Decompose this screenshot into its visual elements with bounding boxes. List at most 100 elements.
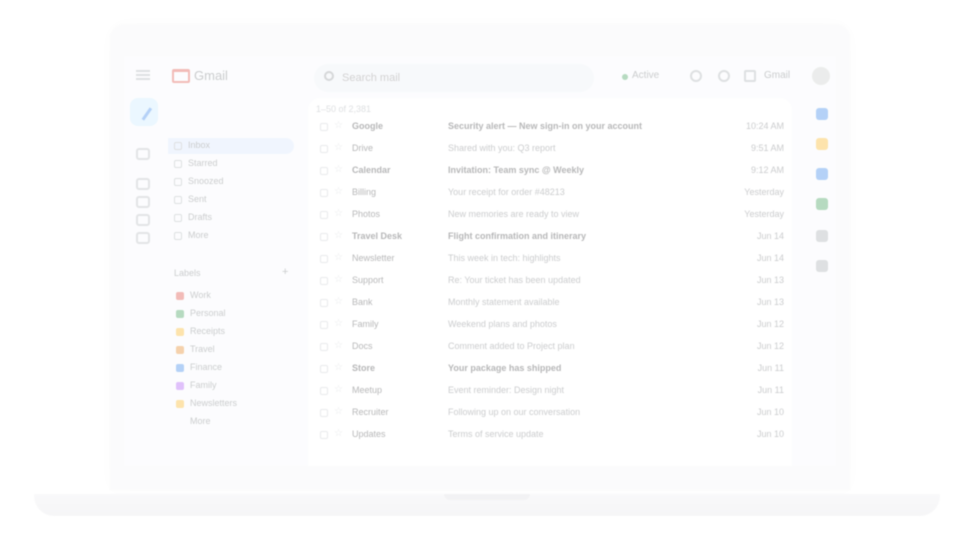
star-icon[interactable]: ☆ <box>334 340 343 351</box>
help-icon[interactable] <box>690 70 702 82</box>
row-subject: Invitation: Team sync @ Weekly <box>448 165 584 175</box>
row-sender: Travel Desk <box>352 231 403 241</box>
row-checkbox[interactable] <box>320 431 328 439</box>
row-date: 10:24 AM <box>745 121 784 131</box>
search-icon[interactable] <box>324 71 334 81</box>
add-addon-icon[interactable] <box>816 260 828 272</box>
avatar[interactable] <box>812 67 830 85</box>
spaces-rail-icon[interactable] <box>136 214 150 226</box>
draft-icon <box>174 214 182 222</box>
sidebar-item-starred[interactable]: Starred <box>168 156 294 172</box>
row-checkbox[interactable] <box>320 233 328 241</box>
row-checkbox[interactable] <box>320 211 328 219</box>
row-sender: Recruiter <box>352 407 389 417</box>
table-row[interactable]: ☆ Recruiter Following up on our conversati… <box>308 402 792 424</box>
table-row[interactable]: ☆ Travel Desk Flight confirmation and itin… <box>308 226 792 248</box>
table-row[interactable]: ☆ Updates Terms of service update Jun 10 <box>308 424 792 446</box>
star-icon[interactable]: ☆ <box>334 406 343 417</box>
row-subject: Comment added to Project plan <box>448 341 575 351</box>
table-row[interactable]: ☆ Docs Comment added to Project plan Jun 12 <box>308 336 792 358</box>
label-item-receipts[interactable]: Receipts <box>168 324 294 340</box>
contacts-panel-icon[interactable] <box>816 198 828 210</box>
table-row[interactable]: ☆ Support Re: Your ticket has been updated… <box>308 270 792 292</box>
sidebar: Inbox Starred Snoozed Sent Drafts More L… <box>168 98 300 458</box>
contacts-rail-icon[interactable] <box>136 232 150 244</box>
label-text: Family <box>190 380 217 390</box>
apps-grid-icon[interactable] <box>744 70 756 82</box>
row-checkbox[interactable] <box>320 167 328 175</box>
star-icon[interactable]: ☆ <box>334 384 343 395</box>
star-icon[interactable]: ☆ <box>334 230 343 241</box>
row-subject: Security alert — New sign-in on your acc… <box>448 121 643 131</box>
table-row[interactable]: ☆ Google Security alert — New sign-in on y… <box>308 116 792 138</box>
label-item-finance[interactable]: Finance <box>168 360 294 376</box>
star-icon[interactable]: ☆ <box>334 428 343 439</box>
table-row[interactable]: ☆ Family Weekend plans and photos Jun 12 <box>308 314 792 336</box>
keep-panel-icon[interactable] <box>816 138 828 150</box>
row-checkbox[interactable] <box>320 409 328 417</box>
sidebar-item-snoozed[interactable]: Snoozed <box>168 174 294 190</box>
row-checkbox[interactable] <box>320 387 328 395</box>
star-icon[interactable]: ☆ <box>334 164 343 175</box>
compose-button[interactable] <box>130 98 158 126</box>
table-row[interactable]: ☆ Calendar Invitation: Team sync @ Weekly 9… <box>308 160 792 182</box>
row-checkbox[interactable] <box>320 365 328 373</box>
star-icon[interactable]: ☆ <box>334 362 343 373</box>
label-item-travel[interactable]: Travel <box>168 342 294 358</box>
row-checkbox[interactable] <box>320 321 328 329</box>
tasks-panel-icon[interactable] <box>816 168 828 180</box>
add-label-button[interactable]: + <box>282 266 288 278</box>
meet-rail-icon[interactable] <box>136 196 150 208</box>
label-item-work[interactable]: Work <box>168 288 294 304</box>
row-checkbox[interactable] <box>320 123 328 131</box>
mail-app-window: Gmail Active Gmail Inbox <box>124 56 836 466</box>
label-text: Work <box>190 290 211 300</box>
label-item-newsletters[interactable]: Newsletters <box>168 396 294 412</box>
table-row[interactable]: ☆ Store Your package has shipped Jun 11 <box>308 358 792 380</box>
status-text[interactable]: Active <box>632 70 659 81</box>
row-checkbox[interactable] <box>320 343 328 351</box>
row-sender: Calendar <box>352 165 391 175</box>
table-row[interactable]: ☆ Bank Monthly statement available Jun 13 <box>308 292 792 314</box>
table-row[interactable]: ☆ Meetup Event reminder: Design night Jun 1… <box>308 380 792 402</box>
star-icon[interactable]: ☆ <box>334 186 343 197</box>
label-item-family[interactable]: Family <box>168 378 294 394</box>
row-checkbox[interactable] <box>320 299 328 307</box>
label-item-personal[interactable]: Personal <box>168 306 294 322</box>
table-row[interactable]: ☆ Billing Your receipt for order #48213 Yes… <box>308 182 792 204</box>
sidebar-item-drafts[interactable]: Drafts <box>168 210 294 226</box>
star-icon[interactable]: ☆ <box>334 252 343 263</box>
row-subject: Your receipt for order #48213 <box>448 187 565 197</box>
menu-icon[interactable] <box>136 70 150 80</box>
table-row[interactable]: ☆ Newsletter This week in tech: highlights… <box>308 248 792 270</box>
sidebar-item-sent[interactable]: Sent <box>168 192 294 208</box>
search-input[interactable] <box>342 70 582 86</box>
mail-rail-icon[interactable] <box>136 148 150 160</box>
row-subject: Following up on our conversation <box>448 407 581 417</box>
row-date: Jun 14 <box>756 253 784 263</box>
label-icon <box>176 328 184 336</box>
search-bar[interactable] <box>314 64 594 92</box>
star-icon[interactable]: ☆ <box>334 274 343 285</box>
more-labels-link[interactable]: More <box>168 414 294 430</box>
star-icon[interactable]: ☆ <box>334 120 343 131</box>
row-date: 9:12 AM <box>750 165 784 175</box>
chat-rail-icon[interactable] <box>136 178 150 190</box>
star-icon[interactable]: ☆ <box>334 142 343 153</box>
table-row[interactable]: ☆ Photos New memories are ready to view Yes… <box>308 204 792 226</box>
label-icon <box>176 382 184 390</box>
row-checkbox[interactable] <box>320 145 328 153</box>
gear-icon[interactable] <box>718 70 730 82</box>
calendar-panel-icon[interactable] <box>816 108 828 120</box>
row-checkbox[interactable] <box>320 189 328 197</box>
row-checkbox[interactable] <box>320 255 328 263</box>
sidebar-item-more[interactable]: More <box>168 228 294 244</box>
sidebar-item-label: Snoozed <box>188 176 224 186</box>
star-icon[interactable]: ☆ <box>334 318 343 329</box>
row-checkbox[interactable] <box>320 277 328 285</box>
table-row[interactable]: ☆ Drive Shared with you: Q3 report 9:51 AM <box>308 138 792 160</box>
star-icon[interactable]: ☆ <box>334 296 343 307</box>
account-brand-label: Gmail <box>764 70 791 81</box>
star-icon[interactable]: ☆ <box>334 208 343 219</box>
sidebar-item-inbox[interactable]: Inbox <box>168 138 294 154</box>
